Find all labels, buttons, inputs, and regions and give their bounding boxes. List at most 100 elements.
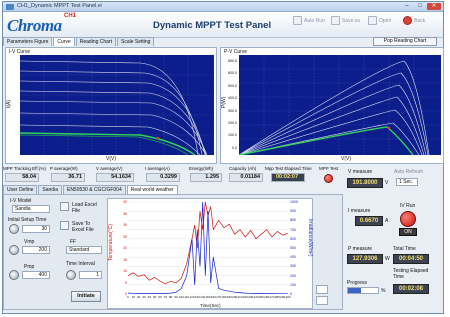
back-icon xyxy=(403,16,412,25)
pop-reading-chart-button[interactable]: Pop Reading Chart xyxy=(373,37,437,46)
irradiance-tick-label: 900 xyxy=(290,209,296,214)
iv-run-on-button[interactable]: ON xyxy=(399,228,417,236)
tab-user-define[interactable]: User Define xyxy=(3,185,38,194)
tab-sandia[interactable]: Sandia xyxy=(38,185,62,194)
tab-reading-chart[interactable]: Reading Chart xyxy=(75,37,116,46)
load-excel-icon[interactable] xyxy=(60,202,69,211)
pmp-input[interactable]: 400 xyxy=(22,271,50,279)
x-tick-label: 220 xyxy=(242,295,248,299)
pv-y-tick: 0.0 xyxy=(232,145,237,150)
pmp-knob[interactable] xyxy=(9,270,19,280)
x-tick-label: 270 xyxy=(269,295,275,299)
save-as-button[interactable]: Save as xyxy=(331,16,360,25)
capacity-label: Capacity (Ah) xyxy=(229,166,257,171)
irradiance-tick-label: 800 xyxy=(290,218,296,223)
temperature-tick-label: 25 xyxy=(123,234,127,239)
initial-setup-knob[interactable] xyxy=(9,224,19,234)
energy-value: 1.295 xyxy=(190,173,222,182)
back-label: Back xyxy=(414,17,426,24)
minimize-button[interactable]: – xyxy=(401,3,413,10)
ff-label: FF xyxy=(70,239,77,245)
weather-chart: Temperature(°C) Irradiance(W/m²) Time(Se… xyxy=(107,198,313,309)
irradiance-tick-label: 300 xyxy=(290,264,296,269)
channel-label: CH1 xyxy=(64,13,77,19)
app-icon xyxy=(6,4,14,10)
ff-select[interactable]: Standard xyxy=(66,246,102,254)
pv-curve-plot: P-V Curve P(W) V(V) 650.0 600.0 500.0 40… xyxy=(220,47,444,164)
x-tick-label: 200 xyxy=(232,295,238,299)
back-button[interactable]: Back xyxy=(403,16,425,25)
x-tick-label: 230 xyxy=(248,295,254,299)
tab-real-world-weather[interactable]: Real world weather xyxy=(126,185,178,194)
x-tick-label: 290 xyxy=(280,295,286,299)
temperature-tick-label: 0 xyxy=(125,292,127,296)
save-excel-button[interactable]: Save To Excel File xyxy=(72,221,102,233)
vmp-input[interactable]: 200 xyxy=(22,246,50,254)
iv-x-label: V(V) xyxy=(106,156,116,162)
mpp-elapsed-value: 00:02:07 xyxy=(271,173,305,182)
iv-run-button[interactable] xyxy=(400,211,416,227)
load-excel-button[interactable]: Load Excel File xyxy=(72,202,102,214)
mpp-eff-value: 58.04 xyxy=(5,173,39,182)
progress-fill xyxy=(348,288,362,293)
initiate-button[interactable]: Initiate xyxy=(71,291,101,302)
save-excel-icon[interactable] xyxy=(60,221,69,230)
time-interval-input[interactable]: 1 xyxy=(79,271,102,279)
progress-bar xyxy=(347,287,379,294)
tab-curve[interactable]: Curve xyxy=(53,37,75,46)
time-interval-label: Time Interval xyxy=(66,261,95,267)
vmp-label: Vmp xyxy=(24,239,35,245)
v-average-value: 54.1634 xyxy=(96,173,134,182)
initial-setup-input[interactable]: 30 xyxy=(22,225,50,233)
vmp-knob[interactable] xyxy=(9,245,19,255)
open-button[interactable]: Open xyxy=(368,16,391,25)
pv-plot-area[interactable] xyxy=(239,55,441,155)
auto-run-button[interactable]: Auto Run xyxy=(293,16,325,25)
chart-pan-icon[interactable] xyxy=(316,296,328,305)
time-interval-knob[interactable] xyxy=(66,270,76,280)
auto-refresh-select[interactable]: 1 Sec. xyxy=(396,178,418,186)
temperature-tick-label: 40 xyxy=(123,200,127,204)
x-tick-label: 60 xyxy=(158,295,162,299)
p-unit: W xyxy=(385,256,390,262)
irradiance-axis-ticks: 1000 900 800 700 600 500 400 300 200 100 0 xyxy=(290,199,304,299)
x-tick-label: 160 xyxy=(210,295,216,299)
x-tick-label: 20 xyxy=(136,295,141,299)
x-tick-label: 30 xyxy=(142,295,146,299)
progress-unit: % xyxy=(381,288,386,294)
save-as-label: Save as xyxy=(342,17,361,24)
maximize-button[interactable]: □ xyxy=(414,3,426,10)
measurement-row: MPP Tracking Eff.(%) 58.04 P average(W) … xyxy=(3,166,345,183)
iv-plot-area[interactable] xyxy=(20,55,214,155)
temperature-axis-label: Temperature(°C) xyxy=(108,223,114,261)
irradiance-tick-label: 700 xyxy=(290,227,296,232)
x-tick-label: 210 xyxy=(237,295,243,299)
close-button[interactable]: ✕ xyxy=(427,3,441,10)
i-measure-label: I measure xyxy=(348,208,371,214)
elapsed-time-value: 00:02:08 xyxy=(393,284,429,294)
iv-model-select[interactable]: Sandia xyxy=(12,205,50,213)
irradiance-tick-label: 100 xyxy=(290,282,296,287)
x-tick-label: 80 xyxy=(168,295,173,299)
tab-en50530[interactable]: EN50530 & CGC/GF004 xyxy=(62,185,126,194)
iv-curve-plot: I-V Curve I(A) V(V) xyxy=(5,47,217,164)
time-axis-label: Time(Sec) xyxy=(200,303,221,308)
weather-plot-area[interactable] xyxy=(128,202,288,294)
pmp-label: Pmp xyxy=(24,264,35,270)
chart-zoom-icon[interactable] xyxy=(316,285,328,294)
main-tabs: Parameters Figure Curve Reading Chart Sc… xyxy=(3,37,155,46)
header-banner: Chroma CH1 Dynamic MPPT Test Panel Auto … xyxy=(3,12,443,38)
v-unit: V xyxy=(385,180,389,186)
title-bar: CH1_Dynamic MPPT Test Panel.vi – □ ✕ xyxy=(3,2,443,12)
i-unit: A xyxy=(385,218,389,224)
x-tick-label: 40 xyxy=(147,295,151,299)
tab-parameters-figure[interactable]: Parameters Figure xyxy=(3,37,53,46)
mpp-test-indicator[interactable] xyxy=(324,174,333,183)
progress-label: Progress xyxy=(347,280,368,286)
i-average-value: 0.3299 xyxy=(146,173,180,182)
v-measure-label: V measure xyxy=(348,169,373,175)
iv-model-label: I-V Model xyxy=(10,198,32,204)
x-tick-label: 260 xyxy=(264,295,270,299)
tab-scale-setting[interactable]: Scale Setting xyxy=(117,37,155,46)
window-title: CH1_Dynamic MPPT Test Panel.vi xyxy=(17,3,102,9)
